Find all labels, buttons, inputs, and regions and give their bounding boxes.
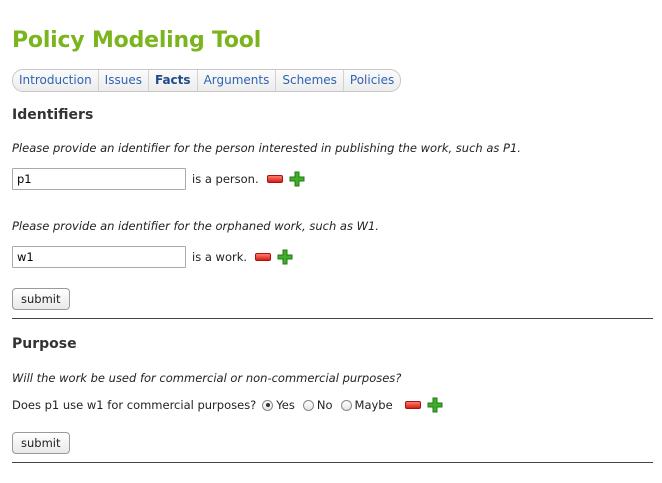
purpose-question: Does p1 use w1 for commercial purposes? [12,398,257,412]
purpose-prompt: Will the work be used for commercial or … [12,371,402,385]
tab-introduction[interactable]: Introduction [13,70,99,91]
tab-bar: Introduction Issues Facts Arguments Sche… [12,69,402,92]
work-id-input[interactable] [12,246,186,268]
purpose-submit-button[interactable]: submit [12,432,70,454]
tab-issues[interactable]: Issues [99,70,149,91]
identifiers-submit-button[interactable]: submit [12,288,70,310]
radio-maybe[interactable]: Maybe [340,398,393,412]
add-person-plus-icon[interactable] [289,171,305,187]
tab-facts[interactable]: Facts [149,70,198,91]
add-purpose-plus-icon[interactable] [427,397,443,413]
section-divider-bottom [12,462,653,463]
radio-maybe-label: Maybe [354,398,393,412]
work-suffix: is a work. [192,250,248,264]
person-suffix: is a person. [192,172,259,186]
person-id-input[interactable] [12,168,186,190]
radio-yes[interactable]: Yes [262,398,295,412]
tab-policies[interactable]: Policies [344,70,400,91]
tab-arguments[interactable]: Arguments [198,70,277,91]
app-title: Policy Modeling Tool [12,28,262,53]
identifiers-heading: Identifiers [12,107,94,123]
add-work-plus-icon[interactable] [277,249,293,265]
remove-person-minus-icon[interactable] [266,175,283,183]
section-divider [12,318,653,319]
radio-no[interactable]: No [302,398,333,412]
work-prompt: Please provide an identifier for the orp… [12,219,379,233]
radio-yes-indicator[interactable] [262,399,274,411]
remove-work-minus-icon[interactable] [255,253,272,261]
purpose-question-row: Does p1 use w1 for commercial purposes? … [12,395,443,415]
work-row: is a work. [12,246,293,268]
purpose-heading: Purpose [12,336,77,352]
radio-no-label: No [316,398,333,412]
tab-schemes[interactable]: Schemes [276,70,344,91]
radio-maybe-indicator[interactable] [340,399,352,411]
radio-yes-label: Yes [276,398,295,412]
person-row: is a person. [12,168,305,190]
person-prompt: Please provide an identifier for the per… [12,141,521,155]
radio-no-indicator[interactable] [302,399,314,411]
remove-purpose-minus-icon[interactable] [404,401,421,409]
